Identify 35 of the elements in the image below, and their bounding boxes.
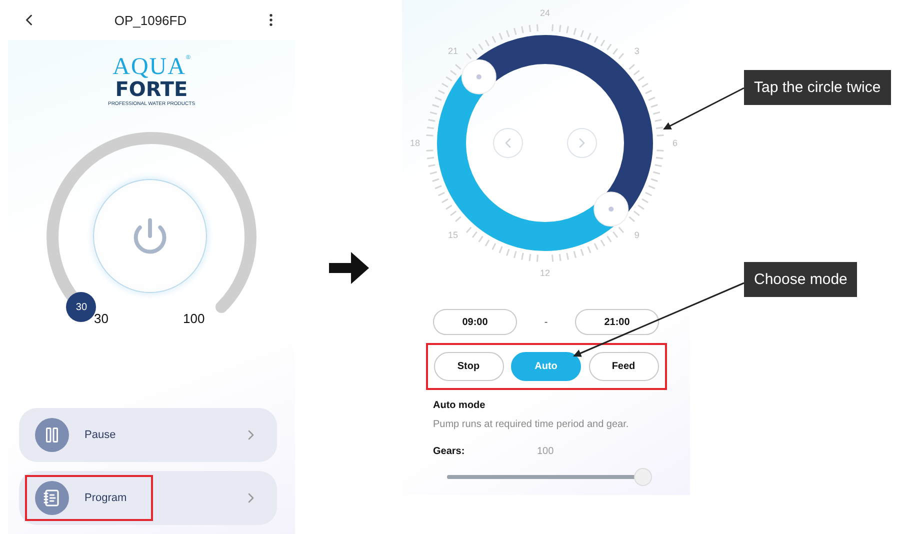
slider-thumb[interactable] [634,468,652,486]
end-handle[interactable] [461,59,496,94]
arrow-right-icon [328,250,368,286]
notepad-icon [42,489,60,507]
time-ring[interactable] [437,35,653,251]
start-handle[interactable] [594,192,629,227]
mode-button[interactable]: Stop [434,352,504,381]
device-title: OP_1096FD [114,12,187,28]
menu-item[interactable]: Program [18,471,276,525]
callout-label: Choose mode [744,262,858,297]
gears-label: Gears: [433,446,466,457]
power-icon [131,217,169,255]
callout-label: Tap the circle twice [744,70,891,105]
hour-label: 15 [448,230,458,240]
menu-item[interactable]: Pause [18,408,276,462]
min-label: 30 [94,311,108,326]
end-time-field[interactable]: 21:00 [575,309,659,335]
hour-label: 6 [672,138,678,148]
hour-label: 18 [410,138,420,148]
mode-button[interactable]: Feed [588,352,658,381]
gears-value: 100 [537,446,554,457]
mode-title: Auto mode [433,400,486,411]
menu-item-label: Pause [84,429,116,441]
time-separator: - [544,316,548,328]
hour-label: 12 [540,268,550,278]
hour-label: 3 [634,46,640,56]
mode-description: Pump runs at required time period and gear. [433,419,630,430]
max-label: 100 [183,311,205,326]
start-time-field[interactable]: 09:00 [433,309,517,335]
hour-label: 24 [540,8,550,18]
hour-label: 21 [448,46,458,56]
menu-item-label: Program [84,492,127,504]
logo-text: FORTE [115,79,188,99]
hour-label: 9 [634,230,640,240]
logo-text: AQUA [112,55,186,79]
